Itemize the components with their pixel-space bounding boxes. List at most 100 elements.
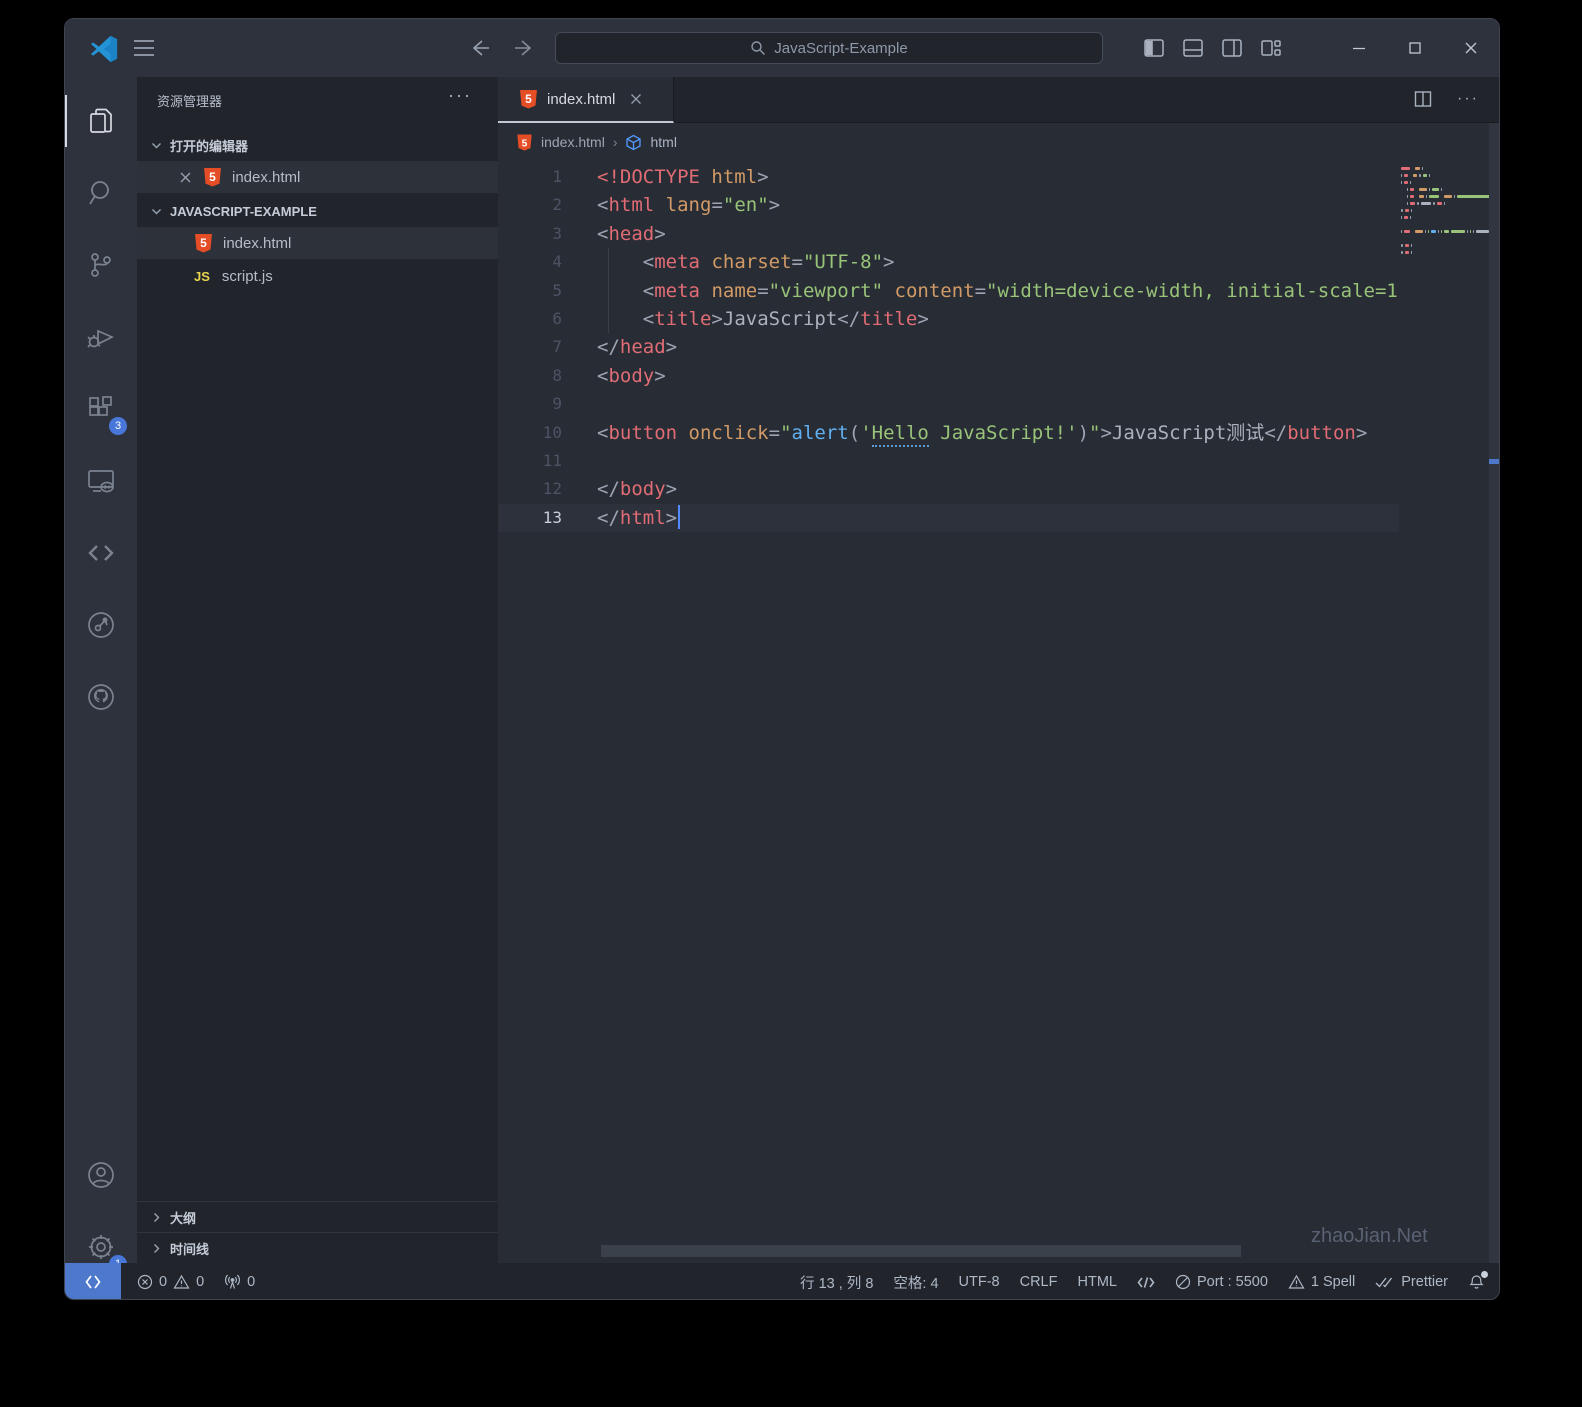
warning-icon [173, 1274, 190, 1290]
customize-layout-icon[interactable] [1260, 37, 1282, 59]
ports-indicator[interactable]: 0 [214, 1274, 265, 1290]
code-editor[interactable]: 1<!DOCTYPE html>2<html lang="en">3<head>… [498, 163, 1500, 1223]
code-line-2[interactable]: 2<html lang="en"> [498, 191, 1399, 219]
open-editors-label: 打开的编辑器 [170, 136, 248, 155]
back-arrow-icon[interactable] [469, 37, 491, 59]
open-editor-item[interactable]: 5 index.html [137, 161, 498, 193]
menu-icon[interactable] [133, 39, 155, 57]
tab-index-html[interactable]: 5 index.html [498, 77, 674, 123]
minimize-icon[interactable] [1331, 19, 1387, 77]
timeline-section[interactable]: 时间线 [137, 1232, 498, 1263]
indentation[interactable]: 空格: 4 [883, 1272, 948, 1293]
code-line-9[interactable]: 9 [498, 390, 1399, 418]
account-icon[interactable] [65, 1139, 137, 1211]
sidebar-title: 资源管理器 [157, 91, 222, 110]
breadcrumb-node[interactable]: html [650, 134, 676, 150]
code-line-1[interactable]: 1<!DOCTYPE html> [498, 163, 1399, 191]
code-line-6[interactable]: 6 <title>JavaScript</title> [498, 305, 1399, 333]
notifications-bell[interactable] [1458, 1274, 1495, 1291]
html-file-icon: 5 [517, 134, 531, 150]
line-content [562, 390, 597, 418]
github-icon[interactable] [65, 661, 137, 733]
nav-arrows [469, 37, 535, 59]
close-tab-icon[interactable] [629, 92, 643, 106]
folder-section[interactable]: JAVASCRIPT-EXAMPLE [137, 195, 498, 227]
encoding[interactable]: UTF-8 [949, 1274, 1010, 1290]
line-content [562, 447, 597, 475]
chevron-down-icon [151, 140, 162, 151]
cursor-position[interactable]: 行 13 , 列 8 [790, 1272, 883, 1293]
line-number: 3 [498, 220, 562, 248]
run-debug-icon[interactable] [65, 301, 137, 373]
command-center-search[interactable]: JavaScript-Example [555, 32, 1103, 64]
overview-ruler[interactable] [1489, 123, 1500, 1263]
html-file-icon: 5 [204, 168, 221, 187]
extensions-icon[interactable]: 3 [65, 373, 137, 445]
code-line-8[interactable]: 8<body> [498, 362, 1399, 390]
toggle-sidebar-icon[interactable] [1143, 37, 1165, 59]
split-editor-icon[interactable] [1413, 89, 1433, 109]
live-share-icon[interactable] [65, 517, 137, 589]
outline-section[interactable]: 大纲 [137, 1201, 498, 1232]
layout-controls [1143, 37, 1282, 59]
horizontal-scrollbar[interactable] [601, 1245, 1241, 1257]
extensions-badge: 3 [109, 417, 127, 435]
remote-explorer-icon[interactable] [65, 445, 137, 517]
search-sidebar-icon[interactable] [65, 157, 137, 229]
source-control-icon[interactable] [65, 229, 137, 301]
toggle-panel-icon[interactable] [1182, 37, 1204, 59]
code-line-12[interactable]: 12</body> [498, 475, 1399, 503]
line-content: <head> [562, 220, 666, 248]
more-actions-icon[interactable]: ··· [1457, 94, 1479, 104]
spell-checker[interactable]: 1 Spell [1278, 1274, 1365, 1290]
chevron-right-icon [151, 1243, 162, 1254]
live-server-port[interactable]: Port : 5500 [1165, 1274, 1278, 1290]
code-line-4[interactable]: 4 <meta charset="UTF-8"> [498, 248, 1399, 276]
language-mode[interactable]: HTML [1067, 1274, 1126, 1290]
activity-bar: 3 [65, 77, 137, 1263]
line-number: 5 [498, 277, 562, 305]
line-number: 10 [498, 419, 562, 447]
remote-indicator[interactable] [65, 1263, 121, 1300]
eol-sequence[interactable]: CRLF [1010, 1274, 1068, 1290]
code-line-5[interactable]: 5 <meta name="viewport" content="width=d… [498, 277, 1399, 305]
vscode-window: JavaScript-Example [64, 18, 1500, 1300]
file-item-index-html[interactable]: 5 index.html [137, 227, 498, 259]
code-feedback-icon[interactable] [1127, 1275, 1165, 1290]
error-icon [137, 1274, 153, 1290]
breadcrumb-separator: › [613, 134, 618, 150]
search-icon [750, 40, 766, 56]
code-line-10[interactable]: 10<button onclick="alert('Hello JavaScri… [498, 419, 1399, 447]
outline-label: 大纲 [170, 1208, 196, 1227]
line-number: 2 [498, 191, 562, 219]
watermark-text: zhaoJian.Net [1311, 1225, 1428, 1248]
toggle-secondary-sidebar-icon[interactable] [1221, 37, 1243, 59]
sidebar-header: 资源管理器 ··· [137, 77, 498, 123]
maximize-icon[interactable] [1387, 19, 1443, 77]
open-editors-section[interactable]: 打开的编辑器 [137, 129, 498, 161]
line-number: 8 [498, 362, 562, 390]
close-editor-icon[interactable] [179, 171, 192, 184]
circle-slash-icon [1175, 1274, 1191, 1290]
line-content: </html> [562, 504, 680, 532]
tab-bar: 5 index.html ··· [498, 77, 1500, 123]
open-editor-filename: index.html [232, 169, 300, 186]
code-line-7[interactable]: 7</head> [498, 333, 1399, 361]
code-tour-icon[interactable] [65, 589, 137, 661]
more-actions-icon[interactable]: ··· [448, 85, 472, 106]
error-count: 0 [159, 1274, 167, 1290]
code-line-11[interactable]: 11 [498, 447, 1399, 475]
code-line-3[interactable]: 3<head> [498, 220, 1399, 248]
file-item-script-js[interactable]: JS script.js [137, 260, 498, 292]
problems-indicator[interactable]: 0 0 [127, 1274, 214, 1290]
line-content: <body> [562, 362, 666, 390]
code-line-13[interactable]: 13</html> [498, 504, 1399, 532]
explorer-sidebar: 资源管理器 ··· 打开的编辑器 5 index.html JAVASCRIPT… [137, 77, 498, 1263]
forward-arrow-icon[interactable] [513, 37, 535, 59]
minimap[interactable] [1401, 165, 1483, 256]
line-content: </body> [562, 475, 677, 503]
close-icon[interactable] [1443, 19, 1499, 77]
explorer-icon[interactable] [65, 85, 137, 157]
breadcrumb-file[interactable]: index.html [541, 134, 605, 150]
formatter-prettier[interactable]: Prettier [1365, 1274, 1458, 1290]
